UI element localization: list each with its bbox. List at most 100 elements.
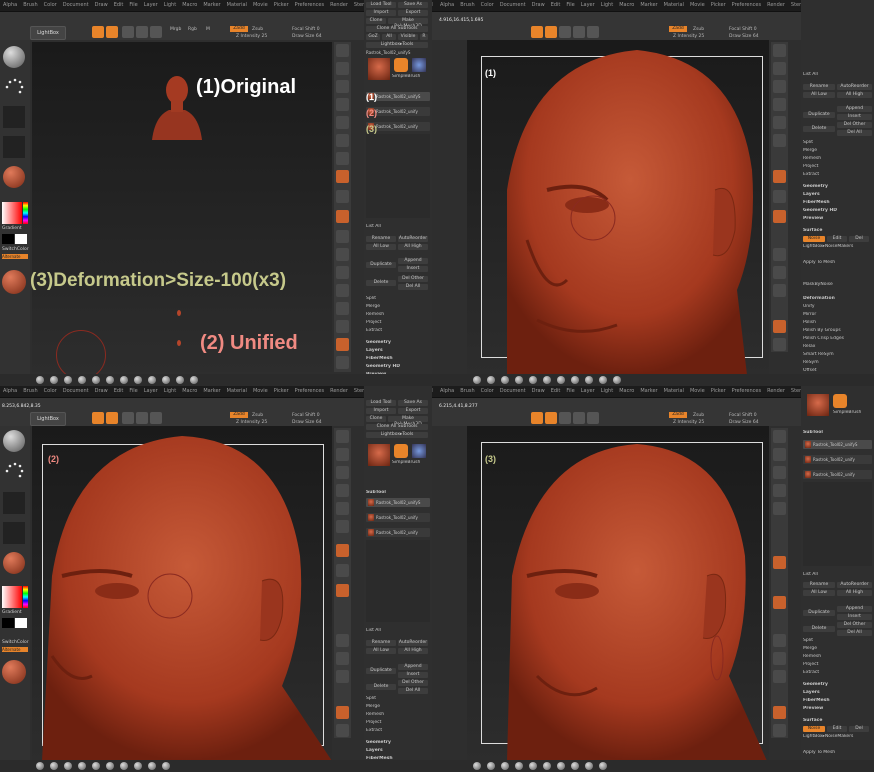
menu-item[interactable]: Macro: [619, 388, 634, 394]
menu-item[interactable]: Alpha: [440, 2, 454, 8]
export-button[interactable]: Export: [398, 408, 428, 414]
split-button[interactable]: Split: [366, 696, 430, 702]
floor-icon[interactable]: [773, 170, 786, 183]
texture-icon[interactable]: [3, 522, 25, 544]
geometry-header[interactable]: Geometry: [366, 740, 430, 746]
move-button[interactable]: [559, 412, 571, 424]
brush-icon[interactable]: [3, 430, 25, 452]
append-button[interactable]: Append: [398, 258, 428, 264]
smart-resym-button[interactable]: Smart ReSym: [803, 352, 872, 358]
gradient-label[interactable]: Gradient: [2, 226, 22, 231]
zadd-button[interactable]: Zadd: [230, 26, 248, 32]
zoom-icon[interactable]: [773, 98, 786, 111]
solo-icon[interactable]: [773, 320, 786, 333]
hue-slider[interactable]: [23, 586, 28, 608]
floor-icon[interactable]: [773, 556, 786, 569]
z-intensity-label[interactable]: Z Intensity 25: [236, 420, 267, 425]
insert-button[interactable]: Insert: [398, 266, 428, 272]
transp-icon[interactable]: [336, 320, 349, 333]
rotate-icon[interactable]: [773, 670, 786, 683]
menu-item[interactable]: Brush: [23, 388, 37, 394]
hue-slider[interactable]: [23, 202, 28, 224]
z-intensity-label[interactable]: Z Intensity 25: [236, 34, 267, 39]
load-tool-button[interactable]: Load Tool: [366, 400, 396, 406]
menu-item[interactable]: Render: [767, 2, 785, 8]
draw-button[interactable]: [545, 26, 557, 38]
fibermesh-header[interactable]: FiberMesh: [803, 200, 872, 206]
menu-item[interactable]: Preferences: [295, 2, 324, 8]
zoom-icon[interactable]: [773, 484, 786, 497]
xyz-icon[interactable]: [773, 210, 786, 223]
list-all-button[interactable]: List All: [366, 628, 430, 634]
menu-item[interactable]: Material: [227, 2, 247, 8]
xyz-icon[interactable]: [336, 584, 349, 597]
make-polymesh-button[interactable]: Make PolyMesh3D: [388, 18, 428, 29]
menu-item[interactable]: Edit: [551, 2, 561, 8]
duplicate-button[interactable]: Duplicate: [803, 610, 835, 616]
stroke-icon[interactable]: [3, 460, 25, 482]
menu-item[interactable]: Preferences: [732, 2, 761, 8]
mrgb-toggle[interactable]: Mrgb: [170, 27, 181, 32]
material-ball[interactable]: [543, 762, 551, 770]
frame-icon[interactable]: [336, 230, 349, 243]
edit-button[interactable]: [531, 412, 543, 424]
focal-shift-label[interactable]: Focal Shift 0: [292, 27, 320, 32]
del-noise-button[interactable]: Del: [849, 726, 869, 732]
actual-icon[interactable]: [336, 502, 349, 515]
z-intensity-label[interactable]: Z Intensity 25: [673, 34, 704, 39]
fibermesh-header[interactable]: FiberMesh: [803, 698, 872, 704]
menu-item[interactable]: Document: [63, 388, 89, 394]
edit-button[interactable]: [531, 26, 543, 38]
geometry-header[interactable]: Geometry: [803, 184, 872, 190]
scale-icon[interactable]: [773, 266, 786, 279]
clone-all-subtools-button[interactable]: Clone All SubTools: [366, 26, 428, 32]
material-sphere-icon[interactable]: [2, 270, 26, 294]
polish-slider[interactable]: Polish: [803, 320, 872, 326]
linefill-icon[interactable]: [336, 302, 349, 315]
spix-icon[interactable]: [336, 448, 349, 461]
menu-item[interactable]: Brush: [460, 2, 474, 8]
edit-button[interactable]: [92, 26, 104, 38]
layers-header[interactable]: Layers: [366, 748, 430, 754]
menu-item[interactable]: Marker: [640, 2, 657, 8]
material-ball[interactable]: [50, 376, 58, 384]
material-ball[interactable]: [78, 762, 86, 770]
switch-color-label[interactable]: SwitchColor: [2, 640, 29, 645]
material-ball[interactable]: [557, 376, 565, 384]
bpr-icon[interactable]: [336, 430, 349, 443]
list-all-button[interactable]: List All: [803, 572, 872, 578]
xyz-icon[interactable]: [336, 210, 349, 223]
polish-by-groups-slider[interactable]: Polish By Groups: [803, 328, 872, 334]
draw-size-label[interactable]: Draw Size 64: [729, 420, 759, 425]
eraser-icon[interactable]: [412, 444, 426, 458]
menu-item[interactable]: Picker: [274, 2, 289, 8]
subtool-header[interactable]: SubTool: [366, 490, 430, 496]
material-ball[interactable]: [92, 762, 100, 770]
extract-button[interactable]: Extract: [803, 172, 872, 178]
surface-header[interactable]: Surface: [803, 718, 872, 724]
lightbox-button[interactable]: LightBox: [30, 412, 66, 426]
switch-color-label[interactable]: SwitchColor: [2, 247, 29, 252]
scroll-icon[interactable]: [336, 466, 349, 479]
material-ball[interactable]: [120, 762, 128, 770]
rotate-icon[interactable]: [336, 670, 349, 683]
zsub-button[interactable]: Zsub: [693, 413, 704, 418]
append-button[interactable]: Append: [837, 106, 872, 112]
relax-slider[interactable]: Relax: [803, 344, 872, 350]
focal-shift-label[interactable]: Focal Shift 0: [292, 413, 320, 418]
material-ball[interactable]: [501, 762, 509, 770]
deformation-header[interactable]: Deformation: [803, 296, 872, 302]
material-ball[interactable]: [487, 762, 495, 770]
zsub-button[interactable]: Zsub: [252, 27, 263, 32]
material-ball[interactable]: [106, 762, 114, 770]
layers-header[interactable]: Layers: [366, 348, 430, 354]
material-ball[interactable]: [501, 376, 509, 384]
zadd-button[interactable]: Zadd: [669, 412, 687, 418]
material-ball[interactable]: [36, 376, 44, 384]
color-picker[interactable]: [2, 586, 22, 608]
menu-item[interactable]: Macro: [182, 388, 197, 394]
eraser-icon[interactable]: [412, 58, 426, 72]
simplebrush-icon[interactable]: [394, 444, 408, 458]
autoreorder-button[interactable]: AutoReorder: [398, 236, 428, 242]
mirror-button[interactable]: Mirror: [803, 312, 872, 318]
